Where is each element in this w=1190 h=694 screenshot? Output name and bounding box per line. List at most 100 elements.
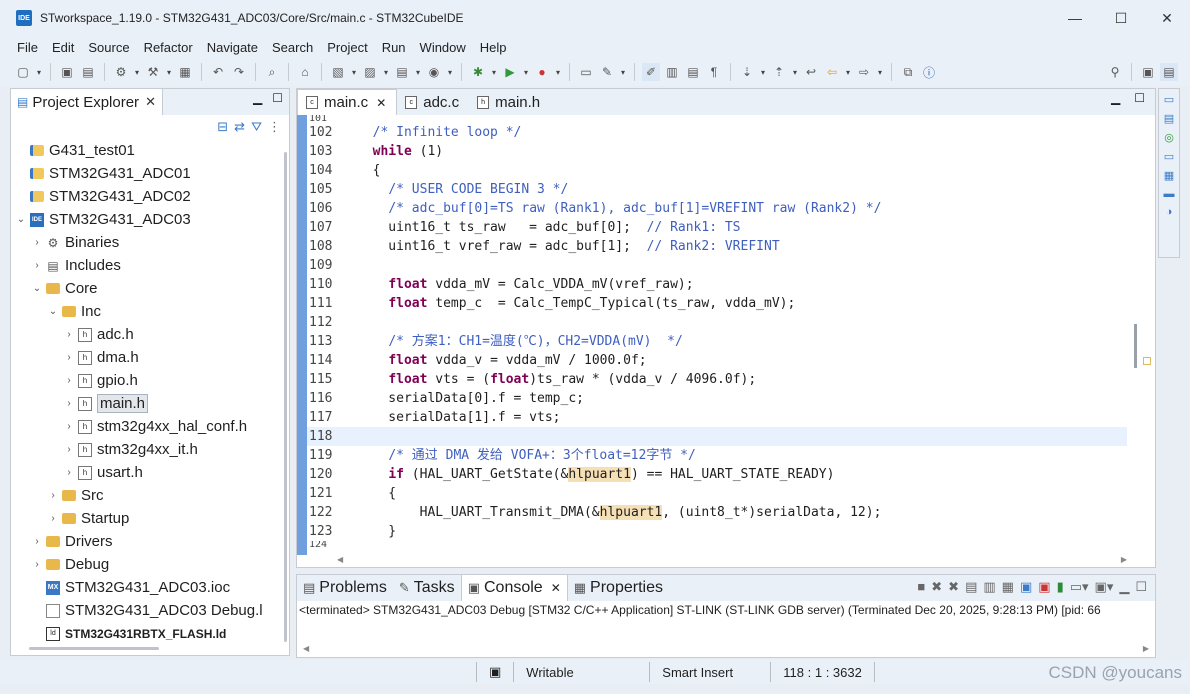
- code-line[interactable]: 121 {: [307, 484, 1127, 503]
- code-line[interactable]: 117 serialData[1].f = vts;: [307, 408, 1127, 427]
- explorer-vertical-scrollbar[interactable]: [284, 152, 287, 642]
- binary-icon[interactable]: ▦: [176, 63, 194, 81]
- close-button[interactable]: ✕: [1144, 0, 1190, 36]
- tree-item[interactable]: STM32G431_ADC01: [11, 162, 283, 185]
- chevron-down-icon[interactable]: ▾: [35, 63, 43, 81]
- tree-item[interactable]: MX STM32G431_ADC03.ioc: [11, 576, 283, 599]
- filter-icon[interactable]: ⛛: [251, 119, 262, 135]
- back-icon[interactable]: ⇦: [823, 63, 841, 81]
- new-icon[interactable]: ▢: [14, 63, 32, 81]
- build-targets-icon[interactable]: ◎: [1164, 131, 1174, 144]
- tree-item[interactable]: › h dma.h: [11, 346, 283, 369]
- external-tools-icon[interactable]: ●: [533, 63, 551, 81]
- code-line[interactable]: 114 float vdda_v = vdda_mV / 1000.0f;: [307, 351, 1127, 370]
- tab-adc-c[interactable]: c adc.c: [397, 89, 469, 115]
- menu-item-window[interactable]: Window: [420, 40, 466, 55]
- new-folder-icon[interactable]: ▨: [361, 63, 379, 81]
- live-expressions-icon[interactable]: ◑: [1166, 206, 1173, 218]
- tree-item[interactable]: › h stm32g4xx_it.h: [11, 438, 283, 461]
- code-line[interactable]: 124: [307, 541, 1127, 549]
- tab-main-h[interactable]: h main.h: [469, 89, 550, 115]
- minimize-button[interactable]: —: [1052, 0, 1098, 36]
- new-project-icon[interactable]: ▧: [329, 63, 347, 81]
- tree-item[interactable]: › h main.h: [11, 392, 283, 415]
- code-line[interactable]: 122 HAL_UART_Transmit_DMA(&hlpuart1, (ui…: [307, 503, 1127, 522]
- chevron-right-icon[interactable]: ›: [47, 490, 59, 501]
- minimize-console-button[interactable]: ▁: [1119, 579, 1129, 595]
- menu-item-file[interactable]: File: [17, 40, 38, 55]
- forward-icon[interactable]: ⇨: [855, 63, 873, 81]
- code-line[interactable]: 118: [307, 427, 1127, 446]
- open-console-icon[interactable]: ▣▾: [1095, 579, 1114, 595]
- device-icon[interactable]: ⌂: [296, 63, 314, 81]
- save-icon[interactable]: ▣: [58, 63, 76, 81]
- editor-vertical-scrollbar[interactable]: [1134, 324, 1137, 368]
- open-perspective-icon[interactable]: ▣: [1139, 63, 1157, 81]
- pilcrow-icon[interactable]: ¶: [705, 63, 723, 81]
- code-area[interactable]: 101 102 /* Infinite loop */103 while (1) 1…: [307, 115, 1127, 553]
- editor-horizontal-scrollbar[interactable]: ◀ ▶: [337, 551, 1127, 567]
- debug-bug-icon[interactable]: ✱: [469, 63, 487, 81]
- tab-properties[interactable]: ▦ Properties: [568, 575, 669, 601]
- highlight-icon[interactable]: ✐: [642, 63, 660, 81]
- menu-item-edit[interactable]: Edit: [52, 40, 74, 55]
- code-line[interactable]: 116 serialData[0].f = temp_c;: [307, 389, 1127, 408]
- status-context-icon[interactable]: ▣: [477, 664, 513, 680]
- restore-icon[interactable]: ▭: [1164, 93, 1174, 106]
- search-small-icon[interactable]: ⌕: [263, 63, 281, 81]
- undo-icon[interactable]: ↶: [209, 63, 227, 81]
- open-folder-icon[interactable]: ▭: [577, 63, 595, 81]
- tree-item[interactable]: ⌄ Inc: [11, 300, 283, 323]
- code-line[interactable]: 120 if (HAL_UART_GetState(&hlpuart1) == …: [307, 465, 1127, 484]
- show-stdout-icon[interactable]: ▣: [1020, 579, 1032, 595]
- clear-console-icon[interactable]: ▤: [965, 579, 977, 595]
- code-line[interactable]: 123 }: [307, 522, 1127, 541]
- menu-item-refactor[interactable]: Refactor: [144, 40, 193, 55]
- chevron-right-icon[interactable]: ›: [63, 375, 75, 386]
- maximize-console-button[interactable]: ☐: [1135, 579, 1147, 595]
- code-line[interactable]: 105 /* USER CODE BEGIN 3 */: [307, 180, 1127, 199]
- chevron-right-icon[interactable]: ›: [63, 352, 75, 363]
- close-icon[interactable]: ✕: [551, 581, 561, 595]
- tree-item[interactable]: › Startup: [11, 507, 283, 530]
- code-line[interactable]: 115 float vts = (float)ts_raw * (vdda_v …: [307, 370, 1127, 389]
- tree-item[interactable]: › Debug: [11, 553, 283, 576]
- code-line[interactable]: 104 {: [307, 161, 1127, 180]
- menu-item-navigate[interactable]: Navigate: [207, 40, 258, 55]
- new-class-icon[interactable]: ◉: [425, 63, 443, 81]
- tree-item[interactable]: › h adc.h: [11, 323, 283, 346]
- tab-console[interactable]: ▣ Console ✕: [460, 575, 568, 601]
- tree-item[interactable]: › h usart.h: [11, 461, 283, 484]
- remove-all-icon[interactable]: ✖: [948, 579, 959, 595]
- chevron-right-icon[interactable]: ›: [63, 421, 75, 432]
- redo-icon[interactable]: ↷: [230, 63, 248, 81]
- chevron-right-icon[interactable]: ›: [31, 559, 43, 570]
- chevron-down-icon[interactable]: ⌄: [31, 283, 43, 294]
- search-icon[interactable]: ⚲: [1106, 63, 1124, 81]
- code-line[interactable]: 119 /* 通过 DMA 发给 VOFA+：3个float=12字节 */: [307, 446, 1127, 465]
- tree-item[interactable]: ⌄ IDE STM32G431_ADC03: [11, 208, 283, 231]
- menu-item-source[interactable]: Source: [88, 40, 129, 55]
- run-icon[interactable]: ▶: [501, 63, 519, 81]
- chevron-down-icon[interactable]: ⌄: [47, 306, 59, 317]
- restore-icon-2[interactable]: ▭: [1164, 150, 1174, 163]
- tree-item[interactable]: ⌄ Core: [11, 277, 283, 300]
- chevron-right-icon[interactable]: ›: [31, 237, 43, 248]
- tree-item[interactable]: › h gpio.h: [11, 369, 283, 392]
- tree-item[interactable]: ld STM32G431RBTX_FLASH.ld: [11, 622, 283, 645]
- prev-annotation-icon[interactable]: ⇡: [770, 63, 788, 81]
- tree-item[interactable]: › Src: [11, 484, 283, 507]
- word-wrap-icon[interactable]: ▦: [1002, 579, 1014, 595]
- minimize-editor-button[interactable]: ▁: [1111, 91, 1120, 105]
- close-icon[interactable]: ✕: [145, 94, 156, 110]
- tab-project-explorer[interactable]: ▤ Project Explorer ✕: [11, 89, 163, 115]
- block-selection-icon[interactable]: ▥: [663, 63, 681, 81]
- code-line[interactable]: 109: [307, 256, 1127, 275]
- maximize-view-button[interactable]: ☐: [272, 91, 283, 105]
- code-line[interactable]: 107 uint16_t ts_raw = adc_buf[0]; // Ran…: [307, 218, 1127, 237]
- link-editor-icon[interactable]: ⇄: [234, 119, 245, 135]
- info-icon[interactable]: ⓘ: [920, 63, 938, 81]
- tab-tasks[interactable]: ✎ Tasks: [393, 575, 461, 601]
- maximize-editor-button[interactable]: ☐: [1134, 91, 1145, 105]
- close-icon[interactable]: ✕: [376, 96, 386, 110]
